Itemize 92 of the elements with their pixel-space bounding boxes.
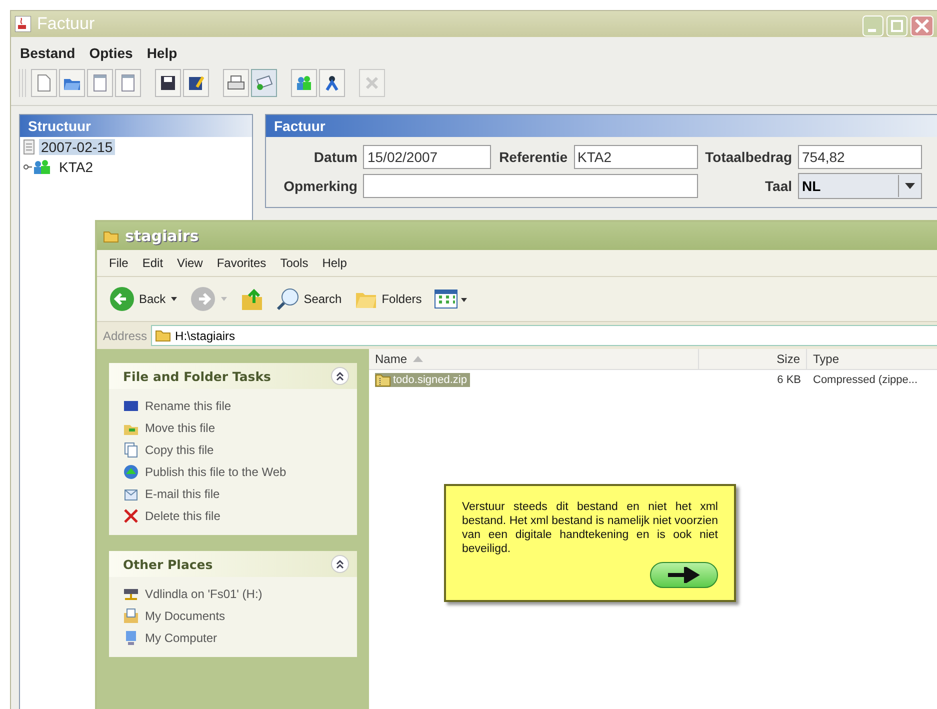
window-title: Factuur	[37, 14, 95, 34]
folder-button[interactable]	[59, 69, 85, 97]
views-button[interactable]	[432, 289, 470, 309]
menu-item[interactable]: View	[177, 256, 203, 270]
printer-button[interactable]	[223, 69, 249, 97]
address-label: Address	[103, 328, 148, 342]
document-icon	[23, 139, 35, 155]
back-button[interactable]: Back	[107, 286, 180, 312]
chevron-icon	[336, 560, 344, 568]
person-icon	[325, 75, 339, 91]
documents-folder-icon	[123, 608, 139, 624]
panel-title: Structuur	[20, 115, 252, 137]
input-field[interactable]: 754,82	[798, 145, 922, 169]
window-title: stagiairs	[125, 227, 199, 245]
task-link[interactable]: Move this file	[109, 417, 357, 439]
task-link[interactable]: Vdlindla on 'Fs01' (H:)	[109, 583, 357, 605]
caret-icon	[170, 296, 178, 302]
globe-icon	[123, 464, 139, 480]
document-button[interactable]	[87, 69, 113, 97]
field-label: Totaalbedrag	[704, 149, 792, 165]
menu-item[interactable]: Help	[146, 45, 178, 61]
document-button[interactable]	[115, 69, 141, 97]
task-link[interactable]: Rename this file	[109, 395, 357, 417]
envelope-icon	[255, 75, 273, 91]
edit-document-button[interactable]	[183, 69, 209, 97]
menu-item[interactable]: Opties	[89, 45, 133, 61]
collapse-button[interactable]	[331, 367, 349, 385]
next-button[interactable]	[650, 562, 718, 588]
edit-document-icon	[188, 75, 204, 91]
zip-folder-icon	[375, 373, 391, 387]
task-link[interactable]: My Documents	[109, 605, 357, 627]
search-icon	[276, 287, 300, 311]
delete-icon	[123, 508, 139, 524]
column-header[interactable]: Name	[369, 349, 699, 369]
person-button[interactable]	[319, 69, 345, 97]
input-field[interactable]: 15/02/2007	[363, 145, 492, 169]
window-controls-drawing	[862, 15, 934, 37]
menu-item[interactable]: File	[109, 256, 128, 270]
users-icon	[295, 75, 313, 91]
caret-icon	[220, 296, 228, 302]
chevron-icon	[336, 372, 344, 380]
task-link[interactable]: My Computer	[109, 627, 357, 649]
search-button[interactable]: Search	[274, 287, 344, 311]
menu-item[interactable]: Edit	[142, 256, 164, 270]
copy-icon	[123, 442, 139, 458]
address-field[interactable]: H:\stagiairs	[151, 325, 937, 346]
menu-item[interactable]: Help	[322, 256, 347, 270]
file-size: 6 KB	[776, 373, 802, 388]
task-link[interactable]: Publish this file to the Web	[109, 461, 357, 483]
network-drive-icon	[123, 586, 139, 602]
field-label: Taal	[764, 178, 792, 194]
printer-icon	[227, 75, 245, 91]
column-header[interactable]: Size	[699, 349, 807, 369]
new-document-button[interactable]	[31, 69, 57, 97]
panel-title: Other Places	[123, 556, 213, 572]
coffee-cup-icon	[15, 16, 31, 32]
sort-arrow-icon	[413, 356, 424, 362]
menu-item[interactable]: Favorites	[216, 256, 266, 270]
views-icon	[434, 289, 468, 309]
document-icon	[92, 74, 108, 92]
folder-up-icon	[240, 287, 264, 311]
input-field[interactable]	[363, 174, 698, 198]
arrow-right-icon	[666, 567, 702, 583]
field-label: Referentie	[498, 149, 568, 165]
menu-item[interactable]: Tools	[280, 256, 308, 270]
new-document-icon	[36, 74, 52, 92]
task-link[interactable]: Delete this file	[109, 505, 357, 527]
input-field[interactable]: KTA2	[574, 145, 698, 169]
note-text: Verstuur steeds dit bestand en niet het xml bestand. Het xml bestand is namelijk niet voorzien van een digitale handtekening en is ook niet beveiligd.	[462, 500, 718, 556]
file-type: Compressed (zippe...	[812, 373, 919, 388]
envelope-button[interactable]	[251, 69, 277, 97]
computer-icon	[123, 630, 139, 646]
task-link[interactable]: E-mail this file	[109, 483, 357, 505]
menu-item[interactable]: Bestand	[20, 45, 76, 61]
floppy-disk-button[interactable]	[155, 69, 181, 97]
language-dropdown[interactable]: NL	[798, 173, 922, 199]
dropdown-arrow-icon	[905, 183, 915, 189]
column-header[interactable]: Type	[807, 349, 937, 369]
collapse-button[interactable]	[331, 555, 349, 573]
task-link[interactable]: Copy this file	[109, 439, 357, 461]
folders-button[interactable]: Folders	[352, 288, 424, 310]
field-label: Datum	[312, 149, 358, 165]
tree-item[interactable]: KTA2	[57, 159, 95, 175]
close-icon	[365, 76, 379, 90]
field-label: Opmerking	[282, 178, 358, 194]
panel-title: File and Folder Tasks	[123, 368, 271, 384]
tree-item[interactable]: 2007-02-15	[39, 139, 115, 155]
document-icon	[120, 74, 136, 92]
folder-icon	[103, 230, 119, 242]
users-icon	[23, 159, 53, 175]
folder-icon	[155, 329, 172, 342]
panel-title: Factuur	[266, 115, 937, 137]
